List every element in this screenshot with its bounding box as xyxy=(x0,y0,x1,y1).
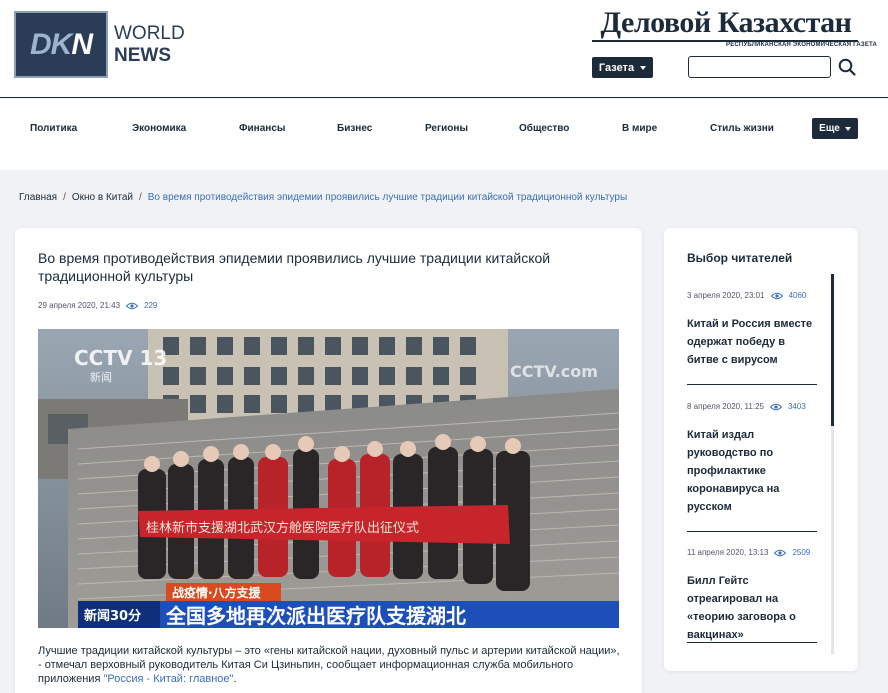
search-icon[interactable] xyxy=(838,58,856,76)
logo-mark-suffix: N xyxy=(71,27,93,61)
main-nav: Политика Экономика Финансы Бизнес Регион… xyxy=(0,99,888,170)
photo-channel-logo: CCTV 13 xyxy=(74,346,167,370)
list-item-meta: 8 апреля 2020, 11:25 3403 xyxy=(687,402,817,411)
article-card: Во время противодействия эпидемии прояви… xyxy=(15,228,642,693)
list-divider xyxy=(687,642,817,643)
newspaper-subtitle: РЕСПУБЛИКАНСКАЯ ЭКОНОМИЧЕСКАЯ ГАЗЕТА xyxy=(726,42,878,48)
eye-icon xyxy=(126,302,139,309)
nav-item-regions[interactable]: Регионы xyxy=(425,123,468,134)
news-photo-graphic: 桂林新市支援湖北武汉方舱医院医疗队出征仪式 CCTV 13 新闻 CCTV.co… xyxy=(38,329,619,628)
list-item-meta: 11 апреля 2020, 13:13 2509 xyxy=(687,548,817,557)
site-logo[interactable]: DK N WORLD NEWS xyxy=(14,11,185,78)
article-title: Во время противодействия эпидемии прояви… xyxy=(38,250,551,284)
list-item-views: 2509 xyxy=(792,548,811,557)
breadcrumb-home[interactable]: Главная xyxy=(19,192,57,203)
list-item-views: 4060 xyxy=(788,291,807,300)
list-item-headline[interactable]: Китай издал руководство по профилактике … xyxy=(687,426,817,516)
breadcrumb-separator: / xyxy=(63,192,66,203)
list-item-date: 11 апреля 2020, 13:13 xyxy=(687,548,769,557)
breadcrumb-current: Во время противодействия эпидемии прояви… xyxy=(147,192,628,203)
article-views: 229 xyxy=(144,301,158,310)
photo-banner-text: 桂林新市支援湖北武汉方舱医院医疗队出征仪式 xyxy=(146,520,419,536)
list-divider xyxy=(687,384,817,385)
sidebar-scrollbar-thumb[interactable] xyxy=(831,274,834,426)
article-body: Лучшие традиции китайской культуры – это… xyxy=(38,644,623,686)
site-header: DK N WORLD NEWS Деловой Казахстан РЕСПУБЛ… xyxy=(0,0,888,98)
eye-icon xyxy=(774,549,787,556)
nav-item-politics[interactable]: Политика xyxy=(30,123,77,134)
logo-wordmark: WORLD NEWS xyxy=(114,23,185,67)
search-input[interactable] xyxy=(688,56,831,78)
nav-item-lifestyle[interactable]: Стиль жизни xyxy=(710,123,774,134)
photo-watermark: CCTV.com xyxy=(510,362,598,381)
logo-mark-prefix: DK xyxy=(29,27,72,61)
article-date: 29 апреля 2020, 21:43 xyxy=(38,301,121,310)
readers-choice-panel: Выбор читателей 3 апреля 2020, 23:01 406… xyxy=(664,228,858,671)
list-item-views: 3403 xyxy=(787,402,806,411)
list-item-meta: 3 апреля 2020, 23:01 4060 xyxy=(687,291,817,300)
logo-line-news: NEWS xyxy=(114,44,171,66)
list-item-headline[interactable]: Китай и Россия вместе одержат победу в б… xyxy=(687,315,817,369)
nav-item-world[interactable]: В мире xyxy=(622,123,657,134)
caret-down-icon xyxy=(844,126,851,131)
article-photo[interactable]: 桂林新市支援湖北武汉方舱医院医疗队出征仪式 CCTV 13 新闻 CCTV.co… xyxy=(38,329,619,628)
nav-item-economy[interactable]: Экономика xyxy=(132,123,186,134)
list-item-date: 8 апреля 2020, 11:25 xyxy=(687,402,764,411)
breadcrumb: Главная / Окно в Китай / Во время противодей… xyxy=(19,192,627,203)
eye-icon xyxy=(770,292,783,299)
photo-caption-show: 新闻30分 xyxy=(84,608,141,624)
article-meta: 29 апреля 2020, 21:43 229 xyxy=(38,301,157,310)
readers-choice-title: Выбор читателей xyxy=(687,251,793,265)
list-item-date: 3 апреля 2020, 23:01 xyxy=(687,291,765,300)
gazeta-label: Газета xyxy=(598,61,635,74)
nav-item-society[interactable]: Общество xyxy=(519,123,569,134)
more-label: Еще xyxy=(819,123,840,134)
list-item[interactable]: 3 апреля 2020, 23:01 4060 Китай и Россия… xyxy=(687,291,817,369)
breadcrumb-section[interactable]: Окно в Китай xyxy=(72,192,133,203)
gazeta-dropdown-button[interactable]: Газета xyxy=(592,57,653,78)
more-dropdown-button[interactable]: Еще xyxy=(812,118,858,139)
list-item[interactable]: 8 апреля 2020, 11:25 3403 Китай издал ру… xyxy=(687,402,817,516)
photo-caption-main: 全国多地再次派出医疗队支援湖北 xyxy=(165,604,466,628)
newspaper-title[interactable]: Деловой Казахстан xyxy=(592,6,860,40)
breadcrumb-separator: / xyxy=(138,192,142,203)
article-body-link[interactable]: "Россия - Китай: главное" xyxy=(103,673,233,685)
logo-mark: DK N xyxy=(14,11,108,78)
list-item[interactable]: 11 апреля 2020, 13:13 2509 Билл Гейтс от… xyxy=(687,548,817,644)
nav-item-business[interactable]: Бизнес xyxy=(337,123,372,134)
caret-down-icon xyxy=(640,65,647,70)
photo-caption-tag: 战疫情·八方支援 xyxy=(172,585,262,600)
list-item-headline[interactable]: Билл Гейтс отреагировал на «теорию загов… xyxy=(687,572,817,644)
article-body-end: . xyxy=(233,673,237,685)
eye-icon xyxy=(769,403,782,410)
logo-line-world: WORLD xyxy=(114,22,185,44)
list-divider xyxy=(687,531,817,532)
nav-item-finance[interactable]: Финансы xyxy=(239,123,285,134)
photo-channel-sub: 新闻 xyxy=(90,370,112,384)
